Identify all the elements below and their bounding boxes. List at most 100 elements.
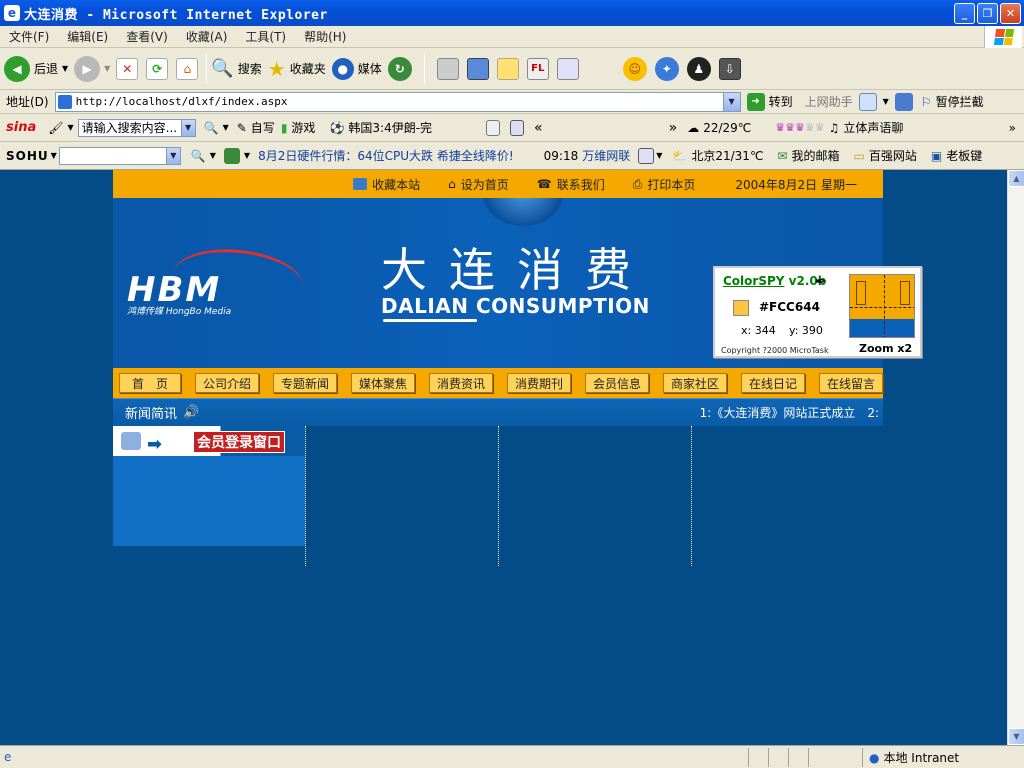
sina-diary-button[interactable]: ✎ 自写: [237, 119, 275, 136]
stop-icon[interactable]: ✕: [116, 57, 139, 80]
favorites-label: 收藏夹: [289, 62, 326, 76]
diary-icon: ✎: [236, 120, 247, 135]
title-bar[interactable]: e 大连消费 - Microsoft Internet Explorer _ ❐…: [0, 0, 1024, 26]
sina-weather-item[interactable]: ☁ 22/29℃: [687, 121, 751, 135]
back-button[interactable]: ◀ 后退 ▼: [4, 55, 68, 82]
address-input[interactable]: http://localhost/dlxf/index.aspx ▼: [54, 91, 741, 112]
contact-link[interactable]: ☎ 联系我们: [537, 176, 605, 193]
bird-icon[interactable]: ✦: [654, 56, 679, 81]
menu-view[interactable]: 查看(V): [117, 28, 177, 45]
boss-key-icon: ▣: [930, 148, 943, 163]
home-icon: ⌂: [448, 177, 456, 191]
address-dropdown-icon[interactable]: ▼: [722, 92, 740, 111]
sohu-search-input[interactable]: ▼: [58, 146, 181, 165]
mail-button[interactable]: ✉ 我的邮箱: [777, 147, 839, 164]
nav-merchant[interactable]: 商家社区: [662, 373, 727, 393]
boss-key-label: 老板键: [946, 149, 983, 163]
nav-home[interactable]: 首 页: [119, 373, 181, 393]
sohu-network-label[interactable]: 万维网联: [582, 147, 630, 164]
status-page-icon: e: [4, 750, 12, 764]
voice-chat-button[interactable]: ♫ 立体声语聊: [829, 119, 904, 136]
news-ticker[interactable]: 1:《大连消费》网站正式成立 2:: [700, 404, 879, 421]
favorites-button[interactable]: ★ 收藏夹: [268, 57, 326, 81]
content-columns: ➡ 会员登录窗口: [113, 426, 883, 566]
search-button[interactable]: 🔍 搜索: [211, 58, 261, 79]
title-underline: [383, 319, 477, 322]
messenger-icon[interactable]: [556, 57, 579, 80]
download-icon[interactable]: ⇩: [718, 57, 741, 80]
status-bar: e ● 本地 Intranet: [0, 745, 1024, 768]
qq-penguin-icon[interactable]: ♟: [686, 56, 711, 81]
set-homepage-link[interactable]: ⌂ 设为首页: [448, 176, 509, 193]
sina-search-dropdown-icon[interactable]: ▼: [180, 119, 195, 136]
paint-icon[interactable]: 🖌: [48, 121, 63, 135]
sina-search-placeholder: 请输入搜索内容...: [81, 121, 178, 135]
history-icon[interactable]: ↻: [387, 56, 412, 81]
scroll-down-icon[interactable]: ▼: [1008, 728, 1024, 745]
block-popup-button[interactable]: ⚐ 暂停拦截: [921, 93, 984, 110]
edit-icon[interactable]: [466, 57, 489, 80]
go-button[interactable]: ➜ 转到: [746, 92, 793, 111]
nav-topics[interactable]: 专题新闻: [272, 373, 337, 393]
more-chevron-icon[interactable]: »: [1009, 121, 1016, 135]
menu-tools[interactable]: 工具(T): [236, 28, 295, 45]
colorspy-window[interactable]: ColorSPY v2.0b ✒ #FCC644 x: 344 y: 390 C…: [713, 266, 922, 358]
nav-member[interactable]: 会员信息: [584, 373, 649, 393]
menu-edit[interactable]: 编辑(E): [58, 28, 117, 45]
print-icon[interactable]: [436, 57, 459, 80]
hbm-logo-sub: 鸿博传媒 HongBo Media: [127, 307, 232, 317]
member-login-header: ➡ 会员登录窗口: [113, 426, 305, 456]
sina-game-button[interactable]: ▮ 游戏: [281, 119, 316, 136]
helper-icon[interactable]: [858, 92, 877, 111]
minimize-button[interactable]: _: [954, 3, 975, 24]
print-page-link[interactable]: ⎙ 打印本页: [633, 176, 696, 193]
media-button[interactable]: ● 媒体: [331, 57, 382, 80]
sohu-refresh-icon[interactable]: [223, 147, 240, 164]
colorspy-title[interactable]: ColorSPY v2.0b: [723, 274, 826, 288]
ie-window: e 大连消费 - Microsoft Internet Explorer _ ❐…: [0, 0, 1024, 768]
back-arrow-icon: ◀: [4, 55, 30, 82]
vertical-scrollbar[interactable]: ▲ ▼: [1007, 170, 1024, 745]
forward-button[interactable]: ▶ ▼: [74, 55, 110, 82]
close-button[interactable]: ✕: [1000, 3, 1021, 24]
sohu-news-ticker[interactable]: 8月2日硬件行情：64位CPU大跌 希捷全线降价!: [258, 147, 514, 164]
page-refresh-icon[interactable]: [510, 119, 525, 136]
menu-file[interactable]: 文件(F): [0, 28, 58, 45]
helper-label[interactable]: 上网助手: [805, 93, 853, 110]
sina-search-icon[interactable]: 🔍: [204, 121, 219, 135]
mail-icon: ✉: [777, 148, 788, 163]
menu-help[interactable]: 帮助(H): [295, 28, 355, 45]
doc-icon[interactable]: [486, 119, 501, 136]
page-viewport[interactable]: 收藏本站 ⌂ 设为首页 ☎ 联系我们 ⎙ 打印本页 2004年8月2日 星期一: [0, 170, 1007, 745]
toolbar-collapse-right[interactable]: »: [669, 120, 678, 136]
boss-key-button[interactable]: ▣ 老板键: [931, 147, 982, 164]
favorite-site-link[interactable]: 收藏本站: [353, 176, 420, 193]
sohu-weather-item[interactable]: ⛅ 北京21/31℃: [672, 147, 763, 164]
baiqiang-button[interactable]: ▭ 百强网站: [854, 147, 917, 164]
nav-media[interactable]: 媒体聚焦: [350, 373, 415, 393]
nav-company[interactable]: 公司介绍: [194, 373, 259, 393]
sohu-screen-icon[interactable]: [638, 147, 655, 164]
sina-score-item[interactable]: ⚽ 韩国3:4伊朗-完: [329, 119, 432, 136]
member-login-panel: ➡ 会员登录窗口: [113, 426, 305, 546]
menu-bar: 文件(F) 编辑(E) 查看(V) 收藏(A) 工具(T) 帮助(H): [0, 26, 1024, 48]
nav-guestbook[interactable]: 在线留言: [818, 373, 883, 393]
flash-icon[interactable]: FL: [526, 57, 549, 80]
sohu-search-dropdown-icon[interactable]: ▼: [165, 147, 180, 164]
nav-diary[interactable]: 在线日记: [740, 373, 805, 393]
home-icon[interactable]: ⌂: [176, 57, 199, 80]
nav-periodical[interactable]: 消费期刊: [506, 373, 571, 393]
smiley-icon[interactable]: ☺: [622, 56, 647, 81]
scroll-up-icon[interactable]: ▲: [1008, 170, 1024, 187]
eraser-icon[interactable]: [894, 92, 913, 111]
sina-search-input[interactable]: 请输入搜索内容... ▼: [77, 118, 196, 137]
restore-button[interactable]: ❐: [977, 3, 998, 24]
media-label: 媒体: [357, 62, 382, 76]
menu-favorites[interactable]: 收藏(A): [177, 28, 237, 45]
nav-consumer-info[interactable]: 消费资讯: [428, 373, 493, 393]
eyedropper-icon[interactable]: ✒: [815, 274, 827, 290]
note-icon[interactable]: [496, 57, 519, 80]
sohu-search-icon[interactable]: 🔍: [191, 149, 206, 163]
toolbar-collapse-left[interactable]: «: [534, 120, 543, 136]
refresh-icon[interactable]: ⟳: [146, 57, 169, 80]
